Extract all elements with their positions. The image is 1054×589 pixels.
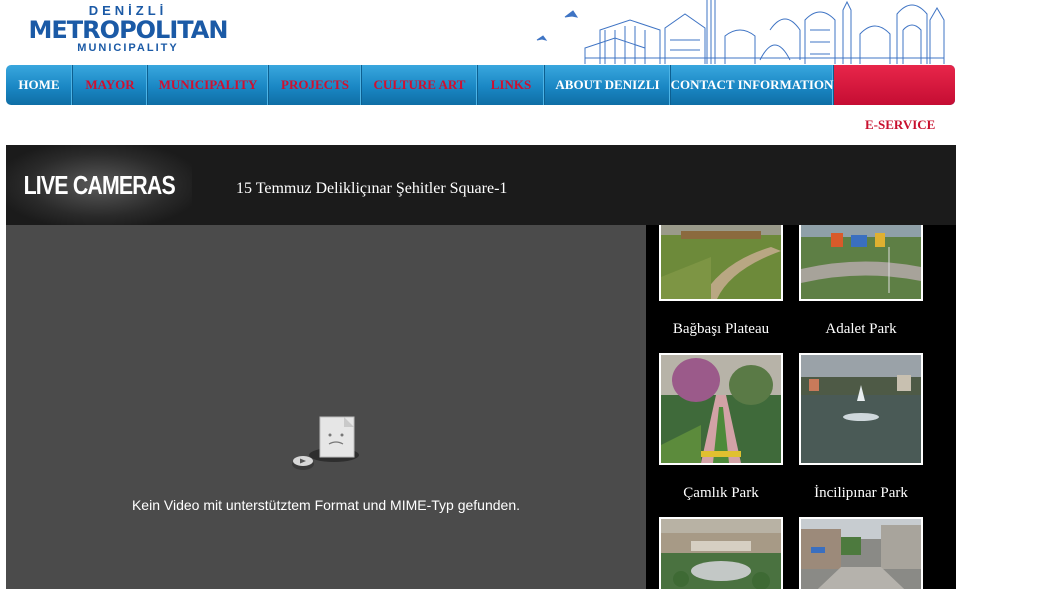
camera-image-camlik [661, 355, 781, 463]
logo-title: METROPOLITAN [28, 16, 229, 44]
live-cameras-title: LIVE CAMERAS [6, 145, 192, 225]
nav-about-denizli[interactable]: ABOUT DENIZLI [545, 65, 671, 105]
live-cameras-panel: LIVE CAMERAS 15 Temmuz Deliklіçınar Şehi… [6, 145, 956, 589]
nav-links[interactable]: LINKS [478, 65, 545, 105]
current-camera-name: 15 Temmuz Deliklіçınar Şehitler Square-1 [236, 180, 508, 197]
video-error-message: Kein Video mit unterstütztem Format und … [131, 497, 521, 513]
eservice-link[interactable]: E-SERVICE [865, 117, 935, 133]
camera-image-park-6 [801, 519, 921, 589]
broken-video-icon [292, 416, 359, 470]
nav-eservice-tab[interactable] [834, 65, 955, 105]
camera-thumbnail[interactable] [799, 353, 923, 465]
camera-thumbnail[interactable] [799, 517, 923, 589]
camera-label-bagbasi-plateau[interactable]: Bağbaşı Plateau [651, 321, 796, 338]
camera-image-park-5 [661, 519, 781, 589]
camera-label-adalet-park[interactable]: Adalet Park [786, 321, 936, 338]
nav-municipality[interactable]: MUNICIPALITY [148, 65, 269, 105]
camera-image-bagbasi [661, 225, 781, 299]
nav-contact-information[interactable]: CONTACT INFORMATION [671, 65, 834, 105]
camera-thumbnail[interactable] [659, 517, 783, 589]
nav-home[interactable]: HOME [6, 65, 73, 105]
nav-culture-art[interactable]: CULTURE ART [362, 65, 478, 105]
video-player[interactable]: Kein Video mit unterstütztem Format und … [6, 225, 646, 589]
camera-image-incilipinar [801, 355, 921, 463]
live-cameras-header: LIVE CAMERAS 15 Temmuz Deliklіçınar Şehi… [6, 145, 956, 225]
camera-thumbnail[interactable] [659, 225, 783, 301]
nav-mayor[interactable]: MAYOR [73, 65, 148, 105]
camera-image-adalet [801, 225, 921, 299]
camera-label-incilipinar-park[interactable]: İncilipınar Park [786, 485, 936, 502]
camera-thumbnail[interactable] [659, 353, 783, 465]
city-skyline-illustration [536, 0, 945, 64]
camera-label-camlik-park[interactable]: Çamlık Park [651, 485, 796, 502]
nav-projects[interactable]: PROJECTS [269, 65, 362, 105]
camera-thumbnail[interactable] [799, 225, 923, 301]
camera-thumbnail-list[interactable]: Bağbaşı Plateau Adalet Park Çamlık Park … [651, 225, 956, 589]
main-navigation: HOME MAYOR MUNICIPALITY PROJECTS CULTURE… [6, 65, 955, 105]
site-logo[interactable]: DENİZLİ METROPOLITAN MUNICIPALITY [28, 4, 229, 58]
